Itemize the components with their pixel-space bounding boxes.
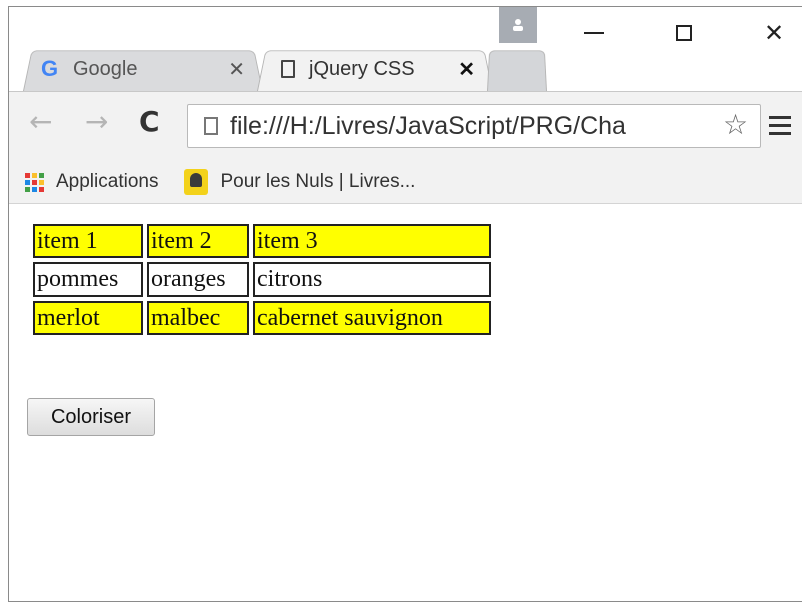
bookmark-label: Pour les Nuls | Livres... <box>220 171 416 192</box>
minimize-icon <box>584 32 604 34</box>
tab-close-icon[interactable]: ✕ <box>458 57 475 82</box>
document-icon <box>281 60 295 78</box>
maximize-button[interactable] <box>654 13 714 53</box>
url-text: file:///H:/Livres/JavaScript/PRG/Cha <box>230 111 626 140</box>
back-arrow-icon[interactable]: ← <box>29 108 52 136</box>
page-icon <box>204 117 218 135</box>
browser-toolbar: ← → C file:///H:/Livres/JavaScript/PRG/C… <box>9 91 802 162</box>
table-cell: malbec <box>147 300 249 336</box>
tab-google[interactable]: G Google ✕ <box>23 47 263 91</box>
tab-title: jQuery CSS <box>309 57 415 80</box>
table-cell: oranges <box>147 262 249 297</box>
pour-les-nuls-icon <box>184 169 209 195</box>
page-content: item 1 item 2 item 3 pommes oranges citr… <box>9 204 802 601</box>
bookmark-applications[interactable]: Applications <box>25 171 158 193</box>
table-cell: pommes <box>33 262 143 297</box>
title-bar: ✕ G Google ✕ jQuery CSS ✕ <box>9 7 802 91</box>
person-icon <box>513 19 523 31</box>
table-cell: merlot <box>33 300 143 336</box>
new-tab-button[interactable] <box>487 47 547 91</box>
close-icon: ✕ <box>763 19 785 47</box>
tab-jquery-css[interactable]: jQuery CSS ✕ <box>257 47 493 91</box>
table-row: merlot malbec cabernet sauvignon <box>33 300 491 336</box>
table-cell: cabernet sauvignon <box>253 300 491 336</box>
apps-grid-icon <box>25 172 44 192</box>
data-table: item 1 item 2 item 3 pommes oranges citr… <box>29 220 495 339</box>
table-cell: item 1 <box>33 224 143 259</box>
table-row: pommes oranges citrons <box>33 262 491 297</box>
address-bar[interactable]: file:///H:/Livres/JavaScript/PRG/Cha <box>187 104 761 148</box>
coloriser-button[interactable]: Coloriser <box>27 398 155 436</box>
close-window-button[interactable]: ✕ <box>744 13 802 53</box>
tab-close-icon[interactable]: ✕ <box>228 57 245 82</box>
profile-button[interactable] <box>499 7 537 43</box>
forward-arrow-icon[interactable]: → <box>85 108 108 136</box>
table-cell: item 2 <box>147 224 249 259</box>
table-row: item 1 item 2 item 3 <box>33 224 491 259</box>
tab-title: Google <box>73 57 138 80</box>
menu-hamburger-icon[interactable] <box>769 116 791 140</box>
bookmarks-bar: Applications Pour les Nuls | Livres... <box>9 161 802 204</box>
reload-icon[interactable]: C <box>139 108 160 136</box>
bookmark-star-icon[interactable]: ☆ <box>721 111 749 139</box>
bookmark-pour-les-nuls[interactable]: Pour les Nuls | Livres... <box>184 169 415 195</box>
bookmark-label: Applications <box>56 171 159 192</box>
maximize-icon <box>676 25 692 41</box>
browser-window: ✕ G Google ✕ jQuery CSS ✕ ← → C file:///… <box>8 6 802 602</box>
table-cell: item 3 <box>253 224 491 259</box>
minimize-button[interactable] <box>564 13 624 53</box>
google-g-icon: G <box>41 56 59 81</box>
table-cell: citrons <box>253 262 491 297</box>
